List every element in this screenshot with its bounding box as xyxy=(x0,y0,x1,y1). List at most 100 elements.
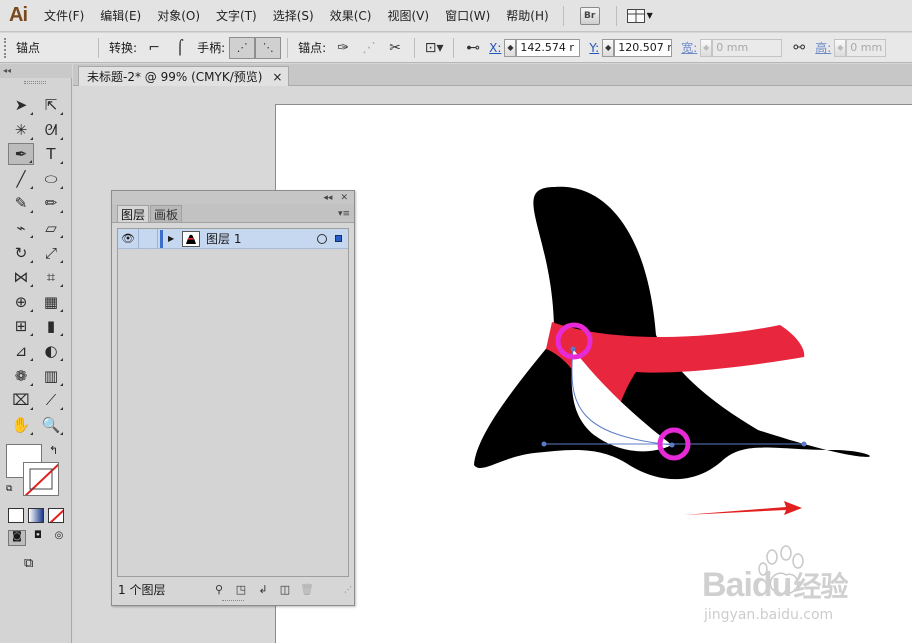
lasso-tool[interactable]: ᘛ xyxy=(38,119,64,141)
cut-path-icon[interactable]: ✂ xyxy=(382,37,408,59)
swap-fill-stroke-icon[interactable]: ↰ xyxy=(49,444,58,457)
column-graph-tool[interactable]: ▥ xyxy=(38,365,64,387)
line-icon: ╱ xyxy=(16,169,26,188)
height-field[interactable]: 0 mm xyxy=(846,38,887,57)
artboard-tool[interactable]: ⌧ xyxy=(8,389,34,411)
draw-normal-icon[interactable]: ◙ xyxy=(8,530,26,546)
panel-menu-icon[interactable]: ▾≡ xyxy=(338,209,350,219)
lock-toggle[interactable] xyxy=(138,228,158,249)
x-label: X: xyxy=(489,40,502,55)
x-field[interactable]: 142.574 r xyxy=(516,38,581,57)
new-layer-icon[interactable]: ◫ xyxy=(274,580,296,598)
line-tool[interactable]: ╱ xyxy=(8,168,34,190)
panel-collapse-icon[interactable]: ◂◂ xyxy=(0,64,72,78)
convert-to-corner-icon[interactable]: ⌐ xyxy=(141,37,167,59)
draw-inside-icon[interactable]: ◎ xyxy=(50,530,68,546)
free-transform-tool[interactable]: ⌗ xyxy=(38,266,64,288)
control-bar: 锚点 转换: ⌐ ⌠ 手柄: ⋰ ⋱ 锚点: ✑ ⋰ ✂ ⊡▾ ⊷ X: ◆ 1… xyxy=(0,33,912,63)
isolate-anchors-icon[interactable]: ⊡▾ xyxy=(421,37,447,59)
blob-brush-tool[interactable]: ⌁ xyxy=(8,217,34,239)
close-icon[interactable]: × xyxy=(272,70,282,84)
menu-item-2[interactable]: 对象(O) xyxy=(149,0,208,32)
target-icon[interactable] xyxy=(317,233,327,244)
ellipse-icon: ⬭ xyxy=(44,169,58,188)
x-stepper-icon[interactable]: ◆ xyxy=(504,38,517,57)
layer-row[interactable]: 👁 ▶ 图层 1 xyxy=(118,228,348,249)
y-label: Y: xyxy=(589,40,600,55)
height-stepper-icon[interactable]: ◆ xyxy=(834,38,847,57)
tab-layers[interactable]: 图层 xyxy=(117,205,150,222)
blob-brush-icon: ⌁ xyxy=(16,219,26,237)
blend-tool[interactable]: ◐ xyxy=(38,340,64,362)
menu-item-7[interactable]: 窗口(W) xyxy=(437,0,498,32)
menu-item-0[interactable]: 文件(F) xyxy=(36,0,92,32)
workspace-switcher-button[interactable]: ▼ xyxy=(623,6,657,26)
none-mode-icon[interactable] xyxy=(48,508,64,523)
shape-builder-tool[interactable]: ⊕ xyxy=(8,291,34,313)
delete-layer-icon[interactable]: 🗑 xyxy=(296,580,318,598)
screen-mode-icon[interactable]: ⧉ xyxy=(24,556,46,572)
tools-grip-icon xyxy=(24,81,46,84)
link-proportions-icon[interactable]: ⚯ xyxy=(786,37,812,59)
eyedropper-tool[interactable]: ⊿ xyxy=(8,340,34,362)
expand-triangle-icon[interactable]: ▶ xyxy=(168,234,182,243)
menu-item-6[interactable]: 视图(V) xyxy=(379,0,437,32)
visibility-eye-icon[interactable]: 👁 xyxy=(118,232,138,245)
gradient-tool[interactable]: ▮ xyxy=(38,315,64,337)
locate-object-icon[interactable]: ⚲ xyxy=(208,580,230,598)
panel-titlebar[interactable]: ◂◂ ✕ xyxy=(112,191,354,204)
direct-selection-tool[interactable]: ⇱ xyxy=(38,94,64,116)
perspective-grid-tool[interactable]: ▦ xyxy=(38,291,64,313)
menu-item-1[interactable]: 编辑(E) xyxy=(92,0,149,32)
create-sublayer-icon[interactable]: ↲ xyxy=(252,580,274,598)
hand-tool[interactable]: ✋ xyxy=(8,414,34,436)
menu-item-5[interactable]: 效果(C) xyxy=(322,0,380,32)
document-tab[interactable]: 未标题-2* @ 99% (CMYK/预览) × xyxy=(78,66,290,86)
resize-grip-icon[interactable]: ⋰ xyxy=(344,585,352,594)
gradient-mode-icon[interactable] xyxy=(28,508,44,523)
symbol-sprayer-tool[interactable]: ❁ xyxy=(8,365,34,387)
y-field[interactable]: 120.507 r xyxy=(614,38,673,57)
collapse-panel-icon[interactable]: ◂◂ xyxy=(323,193,332,203)
width-field[interactable]: 0 mm xyxy=(712,38,783,57)
ellipse-tool[interactable]: ⬭ xyxy=(38,168,64,190)
width-stepper-icon[interactable]: ◆ xyxy=(700,38,713,57)
zoom-tool[interactable]: 🔍 xyxy=(38,414,64,436)
hide-handles-icon[interactable]: ⋱ xyxy=(255,36,282,59)
show-handles-icon[interactable]: ⋰ xyxy=(229,36,256,59)
layer-name[interactable]: 图层 1 xyxy=(206,230,317,247)
make-clipping-mask-icon[interactable]: ◳ xyxy=(230,580,252,598)
close-icon[interactable]: ✕ xyxy=(340,193,348,203)
width-tool[interactable]: ⋈ xyxy=(8,266,34,288)
selection-icon: ➤ xyxy=(14,96,28,114)
eraser-tool[interactable]: ▱ xyxy=(38,217,64,239)
remove-anchor-icon[interactable]: ✑ xyxy=(330,37,356,59)
mesh-tool[interactable]: ⊞ xyxy=(8,315,34,337)
draw-behind-icon[interactable]: ◘ xyxy=(29,530,47,546)
hand-icon: ✋ xyxy=(11,415,31,434)
y-stepper-icon[interactable]: ◆ xyxy=(602,38,615,57)
convert-to-smooth-icon[interactable]: ⌠ xyxy=(167,37,193,59)
color-mode-icon[interactable] xyxy=(8,508,24,523)
menu-item-4[interactable]: 选择(S) xyxy=(265,0,322,32)
rotate-tool[interactable]: ↻ xyxy=(8,242,34,264)
magic-wand-tool[interactable]: ✳ xyxy=(8,119,34,141)
stroke-swatch[interactable] xyxy=(23,462,59,496)
tab-artboards[interactable]: 画板 xyxy=(150,205,183,222)
scale-tool[interactable]: ⤢ xyxy=(38,242,64,264)
slice-tool[interactable]: ⟋ xyxy=(38,389,64,411)
menu-item-3[interactable]: 文字(T) xyxy=(208,0,265,32)
selection-indicator-icon[interactable] xyxy=(335,235,342,242)
paintbrush-tool[interactable]: ✎ xyxy=(8,192,34,214)
menu-item-8[interactable]: 帮助(H) xyxy=(498,0,556,32)
connect-endpoints-icon[interactable]: ⋰ xyxy=(356,37,382,59)
watermark-url: jingyan.baidu.com xyxy=(704,607,834,623)
pen-tool[interactable]: ✒ xyxy=(8,143,34,166)
bridge-button[interactable]: Br xyxy=(579,6,600,25)
selection-tool[interactable]: ➤ xyxy=(8,94,34,116)
type-tool[interactable]: T xyxy=(38,143,64,165)
height-label: 高: xyxy=(815,41,832,55)
reference-point-icon[interactable]: ⊷ xyxy=(460,37,486,59)
pencil-tool[interactable]: ✏ xyxy=(38,192,64,214)
default-colors-icon[interactable]: ⧉ xyxy=(6,484,12,494)
